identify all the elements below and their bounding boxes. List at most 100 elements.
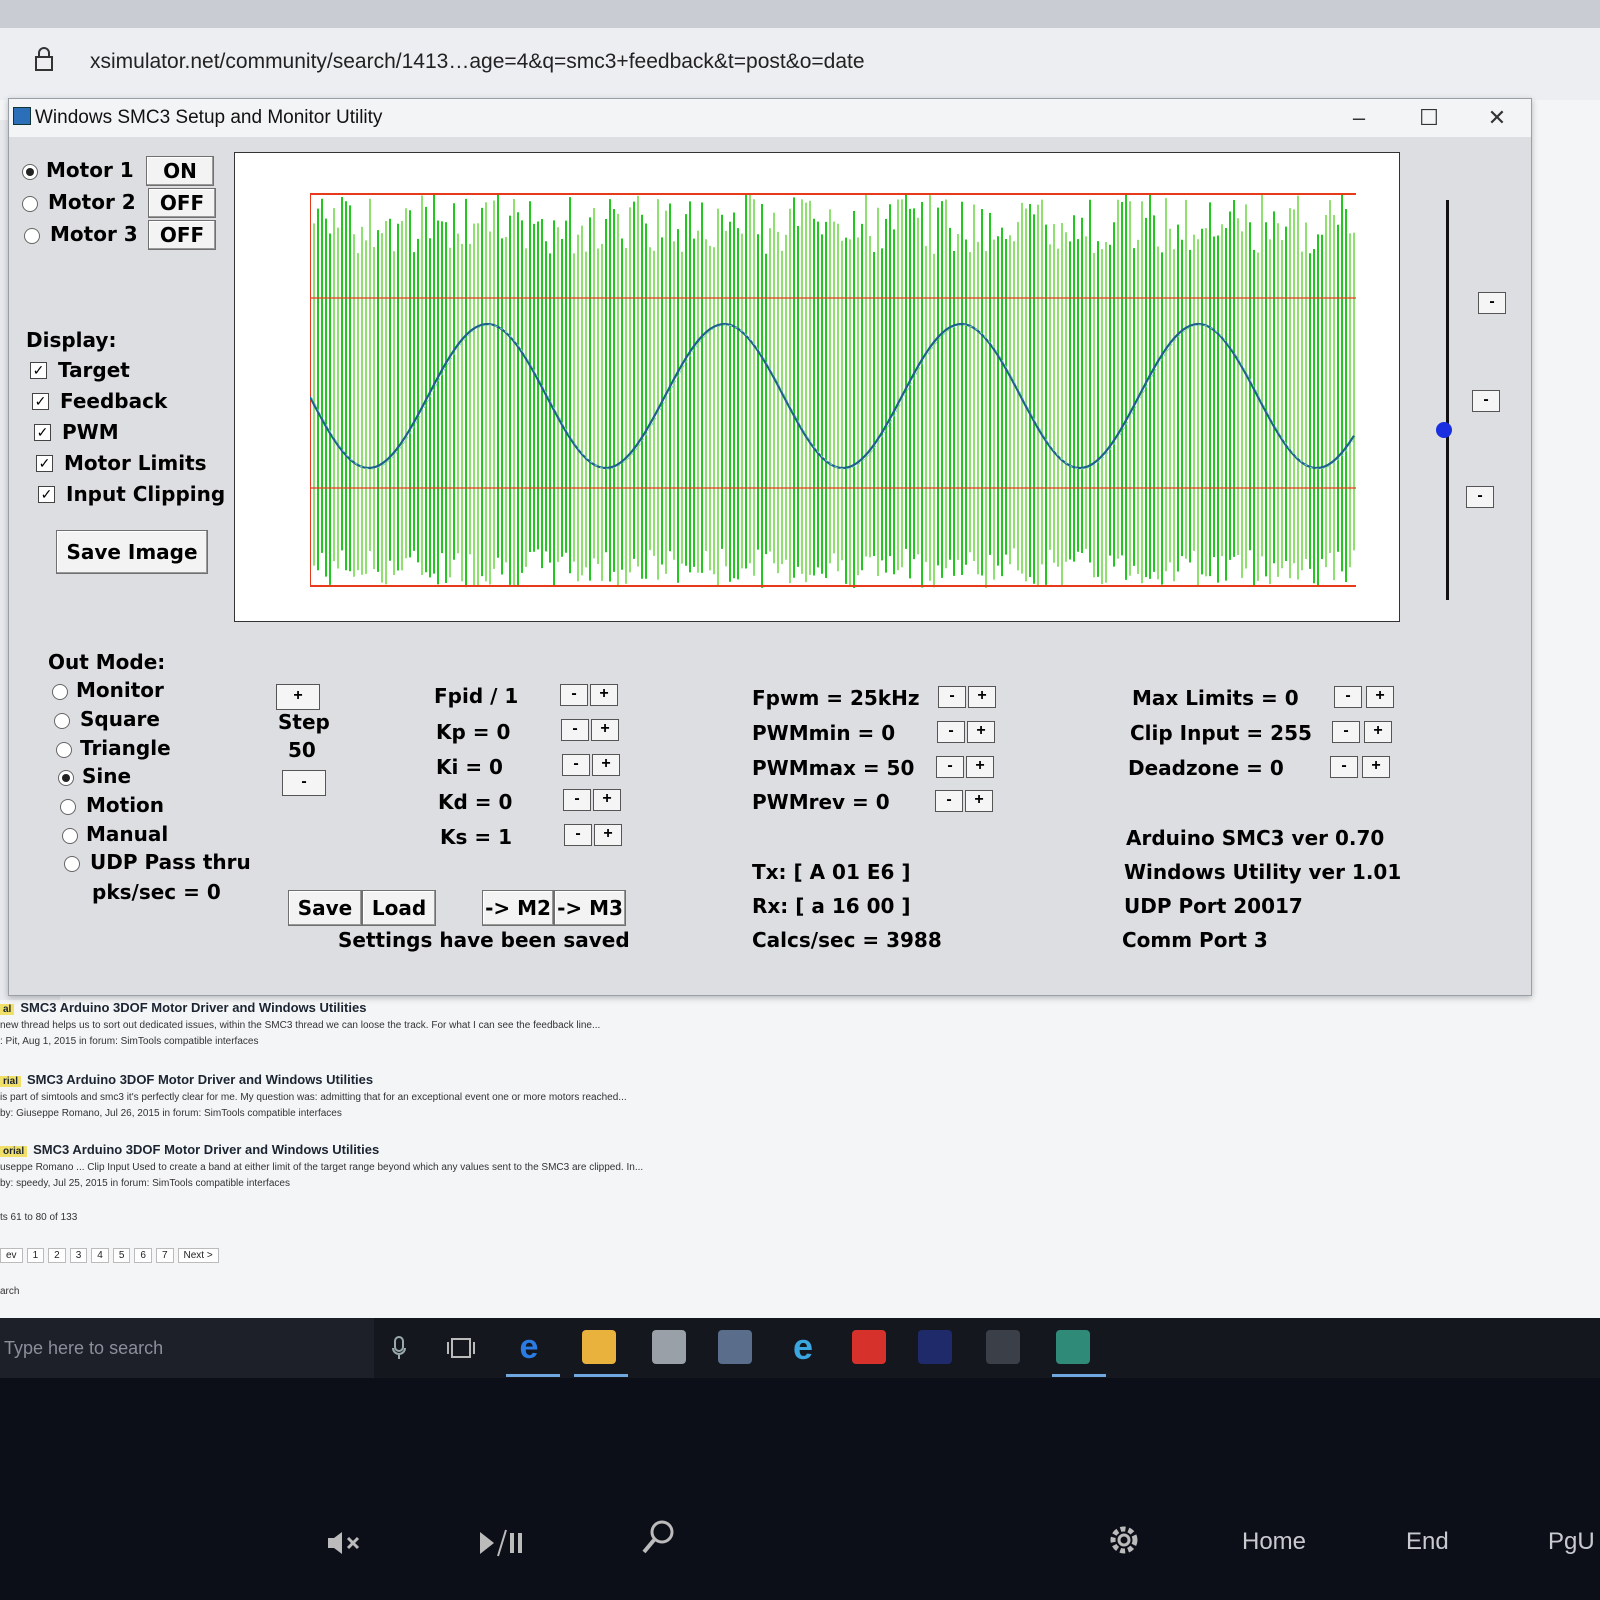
search-key-icon[interactable]: [640, 1518, 676, 1558]
app-blue-icon[interactable]: [918, 1330, 952, 1364]
taskbar-search[interactable]: Type here to search: [0, 1318, 374, 1378]
result-2-snippet: is part of simtools and smc3 it's perfec…: [0, 1092, 627, 1103]
fpid-plus-button[interactable]: +: [590, 684, 618, 706]
mode-manual-radio[interactable]: [62, 828, 78, 844]
step-minus-button[interactable]: -: [282, 770, 326, 796]
trace-zoom-button-1[interactable]: -: [1478, 292, 1506, 314]
mode-sine-radio[interactable]: [58, 770, 74, 786]
fpid-minus-button[interactable]: -: [560, 684, 588, 706]
mode-triangle-radio[interactable]: [56, 742, 72, 758]
play-pause-key-icon[interactable]: [476, 1528, 526, 1558]
copy-to-m3-button[interactable]: -> M3: [554, 890, 626, 926]
pager-7[interactable]: 7: [155, 1248, 174, 1263]
deadzone-plus-button[interactable]: +: [1362, 756, 1390, 778]
mode-square-radio[interactable]: [54, 713, 70, 729]
packets-per-sec: pks/sec = 0: [92, 880, 221, 904]
motor-2-radio[interactable]: [22, 196, 38, 212]
search-link[interactable]: arch: [0, 1286, 19, 1297]
pager-2[interactable]: 2: [48, 1248, 66, 1263]
minimize-button[interactable]: –: [1339, 105, 1379, 131]
address-bar[interactable]: xsimulator.net/community/search/1413…age…: [90, 50, 865, 74]
smc3-utility-icon[interactable]: [1056, 1330, 1090, 1364]
input-clipping-label: Input Clipping: [66, 482, 226, 506]
target-checkbox[interactable]: ✓: [30, 362, 47, 379]
waveform-plot: [310, 186, 1376, 596]
result-1-meta: : Pit, Aug 1, 2015 in forum: SimTools co…: [0, 1036, 259, 1047]
sketchup-icon[interactable]: [852, 1330, 886, 1364]
app-3d-icon[interactable]: [718, 1330, 752, 1364]
internet-explorer-icon[interactable]: e: [786, 1329, 820, 1365]
ks-minus-button[interactable]: -: [564, 824, 592, 846]
browser-tabstrip[interactable]: [0, 0, 1600, 28]
fpwm-plus-button[interactable]: +: [968, 686, 996, 708]
motor-1-toggle[interactable]: ON: [146, 156, 214, 186]
trace-zoom-button-3[interactable]: -: [1466, 486, 1494, 508]
pager-6[interactable]: 6: [134, 1248, 152, 1263]
mode-monitor-radio[interactable]: [52, 684, 68, 700]
pager-prev[interactable]: ev: [0, 1248, 23, 1263]
motor-3-radio[interactable]: [24, 228, 40, 244]
pgup-key[interactable]: PgU: [1548, 1528, 1595, 1556]
save-button[interactable]: Save: [288, 890, 362, 926]
pager-1[interactable]: 1: [26, 1248, 45, 1263]
max-limits-plus-button[interactable]: +: [1366, 686, 1394, 708]
title-bar[interactable]: Windows SMC3 Setup and Monitor Utility –…: [9, 99, 1531, 137]
kd-minus-button[interactable]: -: [563, 789, 591, 811]
copy-to-m2-button[interactable]: -> M2: [482, 890, 554, 926]
microphone-icon[interactable]: [392, 1336, 406, 1360]
close-button[interactable]: ✕: [1477, 105, 1517, 131]
arduino-version: Arduino SMC3 ver 0.70: [1126, 826, 1385, 850]
pager-4[interactable]: 4: [91, 1248, 109, 1263]
trace-zoom-button-2[interactable]: -: [1472, 390, 1500, 412]
save-image-button[interactable]: Save Image: [56, 530, 208, 574]
max-limits-minus-button[interactable]: -: [1334, 686, 1362, 708]
load-button[interactable]: Load: [362, 890, 436, 926]
motor-3-toggle[interactable]: OFF: [148, 220, 216, 250]
clip-input-minus-button[interactable]: -: [1332, 721, 1360, 743]
udp-port: UDP Port 20017: [1124, 894, 1303, 918]
pager-5[interactable]: 5: [112, 1248, 131, 1263]
end-key[interactable]: End: [1406, 1528, 1449, 1556]
edge-icon[interactable]: e: [512, 1330, 546, 1364]
ki-minus-button[interactable]: -: [562, 754, 590, 776]
deadzone-minus-button[interactable]: -: [1330, 756, 1358, 778]
pwmmin-plus-button[interactable]: +: [967, 721, 995, 743]
motor-2-toggle[interactable]: OFF: [148, 188, 216, 218]
file-explorer-icon[interactable]: [582, 1330, 616, 1364]
pwmrev-minus-button[interactable]: -: [935, 790, 963, 812]
task-view-icon[interactable]: [446, 1336, 476, 1360]
kp-minus-button[interactable]: -: [561, 719, 589, 741]
clip-input-plus-button[interactable]: +: [1364, 721, 1392, 743]
kd-plus-button[interactable]: +: [593, 789, 621, 811]
pwmmax-minus-button[interactable]: -: [936, 756, 964, 778]
ki-plus-button[interactable]: +: [592, 754, 620, 776]
pwm-checkbox[interactable]: ✓: [34, 424, 51, 441]
result-2-title[interactable]: rial SMC3 Arduino 3DOF Motor Driver and W…: [0, 1072, 373, 1087]
scale-slider-thumb[interactable]: [1436, 422, 1452, 438]
ks-plus-button[interactable]: +: [594, 824, 622, 846]
result-3-title[interactable]: orial SMC3 Arduino 3DOF Motor Driver and …: [0, 1142, 379, 1157]
pager-3[interactable]: 3: [69, 1248, 88, 1263]
result-3-snippet: useppe Romano ... Clip Input Used to cre…: [0, 1162, 644, 1173]
mute-key-icon[interactable]: [326, 1528, 362, 1558]
feedback-checkbox[interactable]: ✓: [32, 393, 49, 410]
maximize-button[interactable]: ☐: [1409, 105, 1449, 131]
result-2-meta: by: Giuseppe Romano, Jul 26, 2015 in for…: [0, 1108, 342, 1119]
mode-udp-radio[interactable]: [64, 856, 80, 872]
pwmmax-plus-button[interactable]: +: [966, 756, 994, 778]
input-clipping-checkbox[interactable]: ✓: [38, 486, 55, 503]
motor-limits-checkbox[interactable]: ✓: [36, 455, 53, 472]
kp-plus-button[interactable]: +: [591, 719, 619, 741]
fpwm-minus-button[interactable]: -: [938, 686, 966, 708]
pwmrev-plus-button[interactable]: +: [965, 790, 993, 812]
mode-motion-radio[interactable]: [60, 799, 76, 815]
home-key[interactable]: Home: [1242, 1528, 1306, 1556]
pwmmin-minus-button[interactable]: -: [937, 721, 965, 743]
step-plus-button[interactable]: +: [276, 684, 320, 710]
app-small-icon[interactable]: [986, 1330, 1020, 1364]
pager-next[interactable]: Next >: [177, 1248, 219, 1263]
motor-1-radio[interactable]: [22, 164, 38, 180]
calculator-icon[interactable]: [652, 1330, 686, 1364]
result-1-title[interactable]: al SMC3 Arduino 3DOF Motor Driver and Win…: [0, 1000, 366, 1015]
settings-key-icon[interactable]: [1106, 1522, 1142, 1558]
